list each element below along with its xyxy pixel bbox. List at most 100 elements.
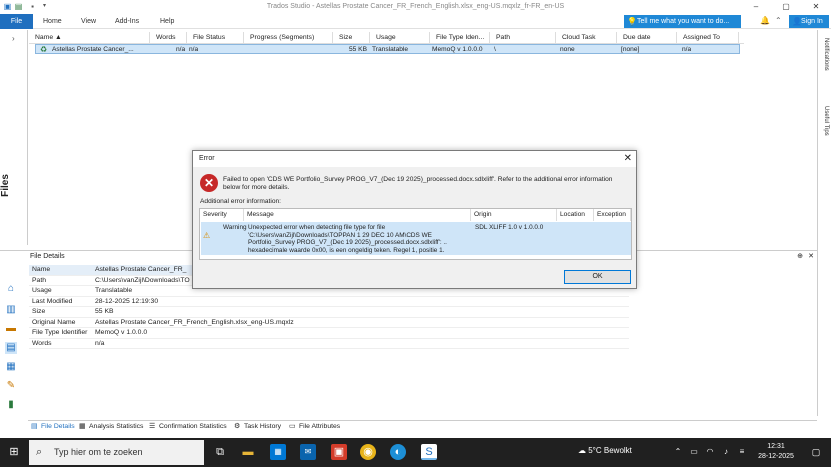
ok-button[interactable]: OK xyxy=(564,270,631,284)
list-item: Original Name Astellas Prostate Cancer_FR… xyxy=(29,318,629,328)
lightbulb-icon: 💡 xyxy=(627,17,637,26)
sign-in-button[interactable]: 👤 Sign In xyxy=(789,15,829,28)
column-due-date[interactable]: Due date xyxy=(617,32,677,44)
tell-me-box[interactable]: 💡 Tell me what you want to do... xyxy=(624,15,741,28)
column-assigned-to[interactable]: Assigned To xyxy=(677,32,739,44)
file-details-icon: ▤ xyxy=(31,423,38,430)
language-icon[interactable]: ≡ xyxy=(734,444,750,460)
chrome-icon[interactable]: ◉ xyxy=(360,444,376,460)
tab-confirmation-statistics[interactable]: ☰ Confirmation Statistics xyxy=(149,422,227,432)
tab-help[interactable]: Help xyxy=(160,14,174,29)
windows-start-icon[interactable]: ⊞ xyxy=(6,444,22,460)
column-words[interactable]: Words xyxy=(150,32,187,44)
file-icon: ♻ xyxy=(40,45,48,54)
bell-icon[interactable]: 🔔 xyxy=(760,16,770,25)
column-progress[interactable]: Progress (Segments) xyxy=(244,32,333,44)
column-cloud-task[interactable]: Cloud Task xyxy=(556,32,617,44)
tab-task-history[interactable]: ⚙ Task History xyxy=(234,422,281,432)
task-view-icon[interactable]: ⧉ xyxy=(212,444,228,460)
minimize-button[interactable]: – xyxy=(741,0,771,14)
cell-file-status: n/a xyxy=(189,46,199,53)
error-info-table: Severity Message Origin Location Excepti… xyxy=(199,208,632,260)
tray-chevron-icon[interactable]: ⌃ xyxy=(670,444,686,460)
view-switcher: ⌂ ▥ ▬ ▤ ▦ ✎ ▮ xyxy=(0,262,22,419)
cell-words: n/a xyxy=(176,46,186,53)
expand-panel-icon[interactable]: › xyxy=(12,34,15,43)
files-panel-label: Files xyxy=(0,174,11,197)
resources-icon[interactable]: ▮ xyxy=(5,399,17,411)
cell-name: Astellas Prostate Cancer_... xyxy=(52,46,134,53)
additional-info-label: Additional error information: xyxy=(200,198,281,205)
folder-icon[interactable]: ▬ xyxy=(5,323,17,335)
cell-cloud-task: none xyxy=(560,46,575,53)
table-row[interactable]: ⚠ Warning Unexpected error when detectin… xyxy=(201,222,631,255)
trados-taskbar-icon[interactable]: S xyxy=(421,444,437,460)
tab-add-ins[interactable]: Add-Ins xyxy=(115,14,139,29)
column-size[interactable]: Size xyxy=(333,32,370,44)
taskbar-search[interactable]: ⌕ Typ hier om te zoeken xyxy=(29,440,204,465)
close-panel-icon[interactable]: ✕ xyxy=(808,251,814,262)
close-icon[interactable]: ✕ xyxy=(624,151,632,167)
column-file-type[interactable]: File Type Iden... xyxy=(430,32,490,44)
store-icon[interactable]: ▦ xyxy=(270,444,286,460)
search-icon: ⌕ xyxy=(36,446,43,458)
error-dialog: Error ✕ ✕ Failed to open 'CDS WE Portfoli… xyxy=(192,150,637,289)
cloud-icon: ☁ xyxy=(578,446,589,455)
user-icon: 👤 xyxy=(792,17,802,26)
window-title: Trados Studio - Astellas Prostate Cancer… xyxy=(266,3,565,10)
cell-severity: Warning xyxy=(223,224,247,231)
column-name[interactable]: Name ▲ xyxy=(29,32,150,44)
volume-icon[interactable]: ♪ xyxy=(718,444,734,460)
column-usage[interactable]: Usage xyxy=(370,32,430,44)
cell-file-type: MemoQ v 1.0.0.0 xyxy=(432,46,483,53)
warning-icon: ⚠ xyxy=(203,231,211,240)
file-tab[interactable]: File xyxy=(0,14,33,29)
reports-icon[interactable]: ▦ xyxy=(5,361,17,373)
ribbon: File Home View Add-Ins Help 💡 Tell me wha… xyxy=(0,14,831,29)
confirmation-icon: ☰ xyxy=(149,423,156,430)
ribbon-collapse-icon[interactable]: ⌃ xyxy=(775,16,782,25)
notification-center-icon[interactable]: ▢ xyxy=(808,444,824,460)
projects-icon[interactable]: ▥ xyxy=(5,304,17,316)
edge-icon[interactable]: ◐ xyxy=(390,444,406,460)
list-item: Last Modified 28-12-2025 12:19:30 xyxy=(29,297,629,307)
network-icon[interactable]: ▭ xyxy=(686,444,702,460)
home-icon[interactable]: ⌂ xyxy=(5,283,17,295)
tab-file-attributes[interactable]: ▭ File Attributes xyxy=(289,422,340,432)
cell-usage: Translatable xyxy=(372,46,409,53)
column-exception[interactable]: Exception xyxy=(594,209,631,221)
office-icon[interactable]: ▣ xyxy=(331,444,347,460)
error-icon: ✕ xyxy=(200,174,218,192)
column-severity[interactable]: Severity xyxy=(200,209,244,221)
tab-file-details[interactable]: ▤ File Details xyxy=(31,422,75,432)
pin-icon[interactable]: ⊕ xyxy=(797,251,803,262)
dialog-title-bar: Error ✕ xyxy=(193,151,636,167)
files-view-icon[interactable]: ▤ xyxy=(5,342,17,354)
notifications-tab[interactable]: Notifications xyxy=(823,38,829,71)
tab-analysis-statistics[interactable]: ▦ Analysis Statistics xyxy=(79,422,143,432)
error-message: Failed to open 'CDS WE Portfolio_Survey … xyxy=(223,176,613,191)
maximize-button[interactable]: ▢ xyxy=(771,0,801,14)
editor-icon[interactable]: ✎ xyxy=(5,380,17,392)
column-path[interactable]: Path xyxy=(490,32,556,44)
cell-due-date: [none] xyxy=(621,46,640,53)
column-location[interactable]: Location xyxy=(557,209,594,221)
column-message[interactable]: Message xyxy=(244,209,471,221)
table-row[interactable]: ♻ Astellas Prostate Cancer_... n/a n/a 5… xyxy=(35,44,740,54)
weather-widget[interactable]: ☁ 5°C Bewolkt xyxy=(578,446,632,455)
title-bar: ▣ ▤ ▪ ▾ Trados Studio - Astellas Prostat… xyxy=(0,0,831,14)
list-item: Size 55 KB xyxy=(29,307,629,318)
grid-header: Name ▲ Words File Status Progress (Segme… xyxy=(29,32,744,44)
bottom-tabs: ▤ File Details ▦ Analysis Statistics ☰ Conf… xyxy=(28,420,817,432)
column-file-status[interactable]: File Status xyxy=(187,32,244,44)
mail-icon[interactable]: ✉ xyxy=(300,444,316,460)
file-explorer-icon[interactable]: ▬ xyxy=(240,444,256,460)
useful-tips-tab[interactable]: Useful Tips xyxy=(823,106,829,136)
close-window-button[interactable]: ✕ xyxy=(801,0,831,14)
wifi-icon[interactable]: ◠ xyxy=(702,444,718,460)
column-origin[interactable]: Origin xyxy=(471,209,557,221)
tab-home[interactable]: Home xyxy=(43,14,62,29)
tab-view[interactable]: View xyxy=(81,14,96,29)
cell-message: Unexpected error when detecting file typ… xyxy=(248,224,447,254)
clock[interactable]: 12:31 28-12-2025 xyxy=(752,442,800,462)
